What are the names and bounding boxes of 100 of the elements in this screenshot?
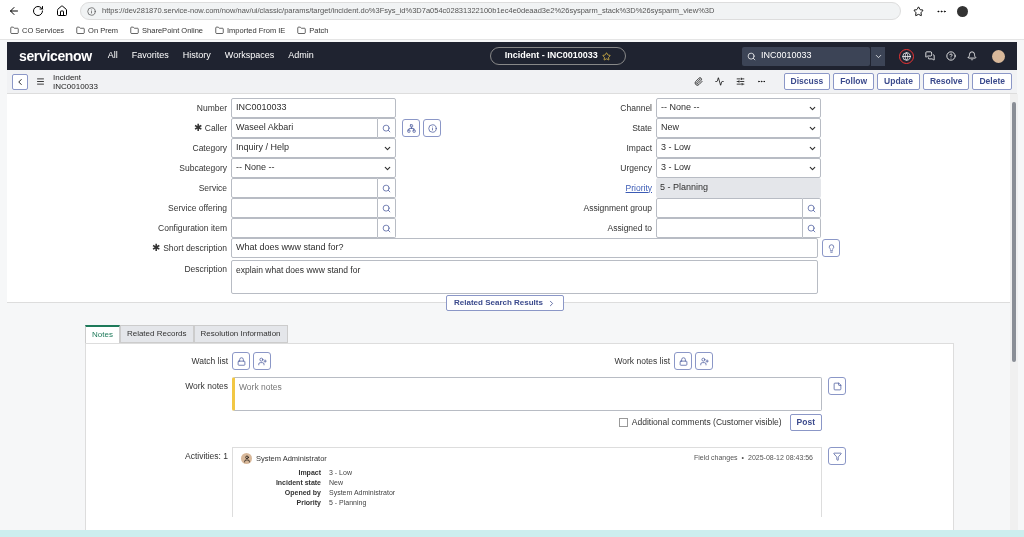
description-field[interactable]: explain what does www stand for xyxy=(231,260,818,294)
add-user-button[interactable] xyxy=(695,352,713,370)
lock-button[interactable] xyxy=(674,352,692,370)
avatar-icon[interactable] xyxy=(992,49,1005,63)
chevron-left-icon xyxy=(15,76,25,87)
refresh-icon[interactable] xyxy=(32,5,44,17)
search-icon xyxy=(382,203,391,213)
lookup-field[interactable] xyxy=(656,198,803,218)
field-label: Channel xyxy=(620,101,652,115)
field-label: Activities: 1 xyxy=(185,451,228,461)
lock-icon xyxy=(678,356,688,366)
select-field[interactable]: 3 - Low xyxy=(656,138,821,158)
search-icon xyxy=(382,123,391,133)
lookup-field[interactable]: Waseel Akbari xyxy=(231,118,378,138)
add-user-icon xyxy=(257,356,267,366)
lock-icon xyxy=(236,356,246,366)
field-label: Subcategory xyxy=(179,161,227,175)
servicenow-logo[interactable]: servicenow xyxy=(19,45,92,67)
search-button[interactable] xyxy=(378,178,396,198)
select-field[interactable]: Inquiry / Help xyxy=(231,138,396,158)
back-button[interactable] xyxy=(12,73,28,90)
star-icon[interactable] xyxy=(601,51,611,61)
select-field[interactable]: -- None -- xyxy=(656,98,821,118)
scrollbar[interactable] xyxy=(1010,94,1018,530)
lock-button[interactable] xyxy=(232,352,250,370)
field-label: Work notes list xyxy=(614,355,670,366)
checkbox[interactable] xyxy=(618,418,628,427)
folder-icon xyxy=(10,26,19,35)
lookup-field[interactable] xyxy=(231,178,378,198)
field-label: Urgency xyxy=(620,161,652,175)
nav-menu-item[interactable]: All xyxy=(107,49,118,63)
filter-button[interactable] xyxy=(828,447,846,465)
form-action-button[interactable]: Discuss xyxy=(783,73,831,90)
info-icon xyxy=(427,123,437,133)
back-icon[interactable] xyxy=(8,5,20,17)
search-button[interactable] xyxy=(803,198,821,218)
info-button[interactable] xyxy=(423,119,441,137)
text-field[interactable]: INC0010033 xyxy=(231,98,396,118)
field-label: Short description xyxy=(163,241,227,255)
form-action-button[interactable]: Resolve xyxy=(922,73,970,90)
form-tab[interactable]: Related Records xyxy=(119,325,194,343)
add-user-button[interactable] xyxy=(253,352,271,370)
suggestion-button[interactable] xyxy=(822,239,840,257)
search-button[interactable] xyxy=(378,118,396,138)
form-action-button[interactable]: Delete xyxy=(972,73,1012,90)
user-avatar-icon xyxy=(241,453,252,465)
profile-icon[interactable] xyxy=(957,5,968,17)
chat-icon[interactable] xyxy=(925,51,935,61)
form-tab[interactable]: Resolution Information xyxy=(193,325,288,343)
field-label: Impact xyxy=(626,141,652,155)
form-tab[interactable]: Notes xyxy=(85,325,120,343)
work-notes-field[interactable]: Work notes xyxy=(232,377,822,411)
field-label: Caller xyxy=(204,121,227,135)
favorite-icon[interactable] xyxy=(913,5,924,17)
folder-icon xyxy=(297,26,307,35)
field-label: Service xyxy=(198,181,227,195)
lookup-field[interactable] xyxy=(231,198,378,218)
settings-icon[interactable] xyxy=(735,77,745,86)
field-label: Configuration item xyxy=(158,221,227,235)
nav-menu-item[interactable]: Favorites xyxy=(131,49,169,63)
menu-icon[interactable] xyxy=(36,77,45,86)
folder-icon xyxy=(215,26,224,35)
compose-button[interactable] xyxy=(828,377,846,395)
lookup-field[interactable] xyxy=(656,218,803,238)
notifications-icon[interactable] xyxy=(967,51,977,61)
help-icon[interactable] xyxy=(946,51,956,61)
hierarchy-button[interactable] xyxy=(402,119,420,137)
form-action-button[interactable]: Update xyxy=(877,73,920,90)
priority-link[interactable]: Priority xyxy=(625,181,652,195)
nav-menu-item[interactable]: History xyxy=(182,49,211,63)
select-field[interactable]: 3 - Low xyxy=(656,158,821,178)
post-button[interactable]: Post xyxy=(789,414,822,431)
nav-menu-item[interactable]: Admin xyxy=(288,49,314,63)
search-scope-button[interactable] xyxy=(871,46,885,66)
form-action-button[interactable]: Follow xyxy=(833,73,875,90)
search-button[interactable] xyxy=(378,218,396,238)
record-number: INC0010033 xyxy=(53,81,98,91)
select-field[interactable]: -- None -- xyxy=(231,158,396,178)
home-icon[interactable] xyxy=(56,5,68,17)
global-search-field[interactable]: INC0010033 xyxy=(742,46,870,66)
activity-icon[interactable] xyxy=(714,77,724,86)
add-user-icon xyxy=(699,356,709,366)
related-search-button[interactable]: Related Search Results xyxy=(446,295,564,311)
required-mark: ✱ xyxy=(152,243,161,253)
filter-icon xyxy=(832,451,842,461)
lookup-field[interactable] xyxy=(231,218,378,238)
field-label: Assignment group xyxy=(583,201,652,215)
table-name: Incident xyxy=(53,72,83,82)
attachment-icon[interactable] xyxy=(693,77,703,86)
site-info-icon[interactable] xyxy=(87,6,96,16)
short-description-field[interactable]: What does www stand for? xyxy=(231,238,818,258)
readonly-field: 5 - Planning xyxy=(656,178,821,198)
nav-menu-item[interactable]: Workspaces xyxy=(224,49,275,63)
note-icon xyxy=(832,381,842,391)
select-field[interactable]: New xyxy=(656,118,821,138)
search-button[interactable] xyxy=(803,218,821,238)
search-button[interactable] xyxy=(378,198,396,218)
network-icon xyxy=(406,123,416,133)
search-icon xyxy=(382,223,391,233)
more-icon[interactable] xyxy=(756,77,766,86)
